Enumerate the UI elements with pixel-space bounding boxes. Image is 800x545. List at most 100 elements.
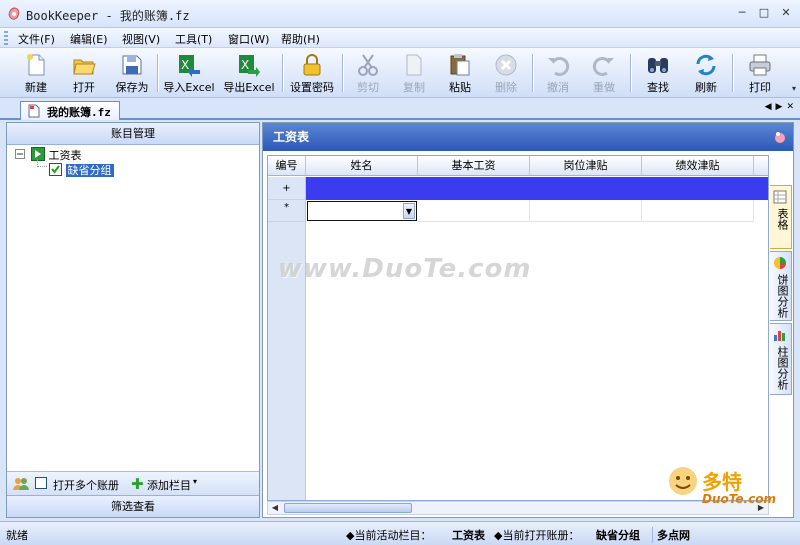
column-header-position-allowance[interactable]: 岗位津贴 <box>530 156 642 176</box>
add-column-button[interactable]: 添加栏目 <box>147 477 191 493</box>
menu-window[interactable]: 窗口(W) <box>228 31 269 47</box>
menu-view[interactable]: 视图(V) <box>122 31 160 47</box>
active-column-label: ◆当前活动栏目： <box>346 529 432 542</box>
open-book-label: ◆当前打开账册： <box>494 529 580 542</box>
toolbar-separator <box>157 54 158 92</box>
cut-button[interactable]: 剪切 <box>346 50 390 96</box>
panel-title: 账目管理 <box>7 123 259 145</box>
open-button[interactable]: 打开 <box>62 50 106 96</box>
tab-bar-chart[interactable]: 柱图分析 <box>770 323 792 395</box>
find-button[interactable]: 查找 <box>636 50 680 96</box>
menu-edit[interactable]: 编辑(E) <box>70 31 108 47</box>
excel-import-icon: X <box>179 55 200 77</box>
name-combobox[interactable]: ▼ <box>307 201 417 221</box>
document-icon <box>28 104 40 118</box>
tree-item-default-group[interactable]: 缺省分组 <box>49 163 114 177</box>
menu-help[interactable]: 帮助(H) <box>281 31 320 47</box>
toolbar-separator <box>732 54 733 92</box>
menu-file[interactable]: 文件(F) <box>18 31 55 47</box>
delete-icon <box>495 54 517 76</box>
scrollbar-thumb[interactable] <box>284 503 412 513</box>
salary-table-panel: 工资表 编号 姓名 基本工资 岗位津贴 绩效津贴 + * ▼ ◀ ▶ 表格 饼图… <box>262 122 794 518</box>
table-icon <box>773 190 787 204</box>
toolbar-separator <box>532 54 533 92</box>
chevron-down-icon[interactable]: ▾ <box>193 477 197 486</box>
row-header-new[interactable]: + <box>268 177 306 200</box>
redo-icon <box>592 57 614 76</box>
tab-scroll-left-icon[interactable]: ◀ <box>765 102 772 112</box>
data-grid: 编号 姓名 基本工资 岗位津贴 绩效津贴 + * ▼ <box>267 155 769 501</box>
tab-pie-chart[interactable]: 饼图分析 <box>770 251 792 321</box>
bar-chart-icon <box>774 331 785 341</box>
redo-button[interactable]: 重做 <box>582 50 626 96</box>
toolbar-separator <box>282 54 283 92</box>
folder-open-icon <box>73 59 96 75</box>
tree-connector <box>37 159 47 167</box>
column-header-performance-allowance[interactable]: 绩效津贴 <box>642 156 754 176</box>
filter-view-button[interactable]: 筛选查看 <box>7 495 259 517</box>
open-multiple-checkbox[interactable] <box>35 477 47 489</box>
scroll-right-arrow-icon[interactable]: ▶ <box>755 503 767 513</box>
new-file-icon <box>27 54 45 76</box>
menu-grip[interactable] <box>4 31 8 45</box>
cell-position-allowance[interactable] <box>530 200 642 222</box>
left-panel-footer: 打开多个账册 ✚ 添加栏目 ▾ <box>7 471 259 495</box>
paste-button[interactable]: 粘贴 <box>438 50 482 96</box>
toolbar-overflow-chevron-icon[interactable]: ▾ <box>792 84 796 93</box>
status-brand: 多点网 <box>652 527 690 543</box>
view-side-tabs: 表格 饼图分析 柱图分析 <box>770 155 792 515</box>
copy-button[interactable]: 复制 <box>392 50 436 96</box>
window-title: BookKeeper - 我的账簿.fz <box>26 9 190 23</box>
toolbar-separator <box>630 54 631 92</box>
active-column-value: 工资表 <box>452 529 485 542</box>
set-password-button[interactable]: 设置密码 <box>286 50 338 96</box>
scissors-icon <box>358 54 378 76</box>
row-header-edit[interactable]: * <box>268 200 306 222</box>
paste-icon <box>450 54 470 76</box>
scroll-left-arrow-icon[interactable]: ◀ <box>269 503 281 513</box>
document-tab-strip: 我的账簿.fz ◀ ▶ ✕ <box>0 98 800 120</box>
tab-table[interactable]: 表格 <box>770 185 792 249</box>
tab-close-icon[interactable]: ✕ <box>786 102 794 112</box>
status-ready: 就绪 <box>6 529 28 542</box>
status-bar: 就绪 ◆当前活动栏目： 工资表 ◆当前打开账册： 缺省分组 多点网 <box>0 521 800 545</box>
lock-icon <box>303 54 321 76</box>
tab-scroll-right-icon[interactable]: ▶ <box>776 102 783 112</box>
save-as-button[interactable]: 保存为 <box>110 50 154 96</box>
tree-collapse-icon[interactable] <box>15 149 25 163</box>
minimize-button[interactable]: ─ <box>734 6 750 20</box>
menu-bar: 文件(F) 编辑(E) 视图(V) 工具(T) 窗口(W) 帮助(H) <box>0 28 800 48</box>
title-bar: BookKeeper - 我的账簿.fz ─ □ ✕ <box>0 0 800 28</box>
delete-button[interactable]: 删除 <box>484 50 528 96</box>
column-header-name[interactable]: 姓名 <box>306 156 418 176</box>
column-header-base-salary[interactable]: 基本工资 <box>418 156 530 176</box>
refresh-button[interactable]: 刷新 <box>684 50 728 96</box>
panel-header: 工资表 <box>263 123 793 151</box>
close-button[interactable]: ✕ <box>778 6 794 20</box>
tab-document[interactable]: 我的账簿.fz <box>20 101 120 120</box>
cell-base-salary[interactable] <box>418 200 530 222</box>
account-management-panel: 账目管理 工资表 缺省分组 打开多个账册 ✚ 添加栏目 ▾ 筛选查看 <box>6 122 260 518</box>
new-button[interactable]: 新建 <box>14 50 58 96</box>
menu-tools[interactable]: 工具(T) <box>175 31 212 47</box>
open-multiple-label: 打开多个账册 <box>53 479 119 492</box>
undo-button[interactable]: 撤消 <box>536 50 580 96</box>
minus-box-icon <box>15 149 25 159</box>
import-excel-button[interactable]: X 导入Excel <box>160 50 218 96</box>
maximize-button[interactable]: □ <box>756 6 772 20</box>
toolbar: 新建 打开 保存为 X 导入Excel X 导出Excel 设置密码 剪切 复制… <box>0 48 800 98</box>
column-header-id[interactable]: 编号 <box>268 156 306 176</box>
checkbox-checked-icon[interactable] <box>49 163 62 176</box>
copy-icon <box>406 54 422 76</box>
export-excel-button[interactable]: X 导出Excel <box>220 50 278 96</box>
svg-text:X: X <box>181 58 189 72</box>
save-as-icon <box>122 55 142 75</box>
dropdown-chevron-icon[interactable]: ▼ <box>403 203 415 219</box>
binoculars-icon <box>648 58 668 73</box>
row-header-area <box>268 222 306 500</box>
new-row-highlight[interactable] <box>306 177 768 200</box>
horizontal-scrollbar[interactable]: ◀ ▶ <box>267 501 769 515</box>
print-button[interactable]: 打印 <box>738 50 782 96</box>
cell-performance-allowance[interactable] <box>642 200 754 222</box>
panel-option-icon[interactable] <box>773 130 787 144</box>
